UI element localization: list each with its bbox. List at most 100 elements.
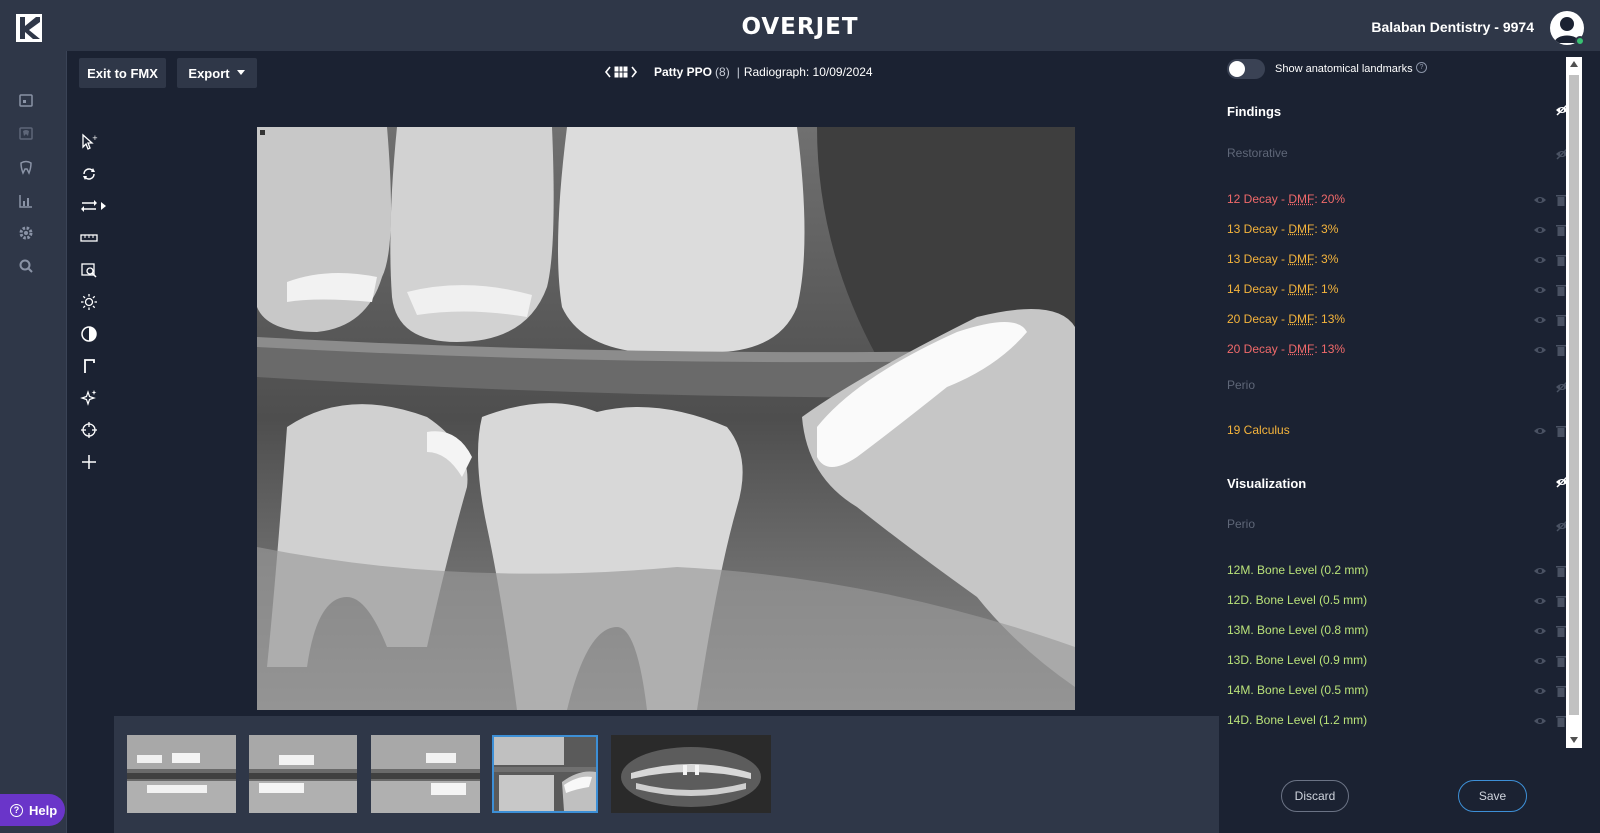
search-icon[interactable] — [18, 258, 34, 274]
decay-finding[interactable]: 13 Decay - DMF: 3% — [1227, 222, 1338, 236]
grid-view-icon[interactable] — [614, 66, 628, 78]
thumbnail-bitewing-4-selected[interactable] — [492, 735, 598, 813]
delete-bone-level-trash-icon[interactable] — [1556, 685, 1566, 697]
finding-dmf[interactable]: DMF — [1288, 342, 1314, 356]
finding-dmf[interactable]: DMF — [1288, 282, 1314, 296]
save-button[interactable]: Save — [1458, 780, 1527, 812]
caret-down-icon — [236, 70, 245, 75]
toggle-bone-level-eye-icon[interactable] — [1533, 625, 1547, 637]
delete-bone-level-trash-icon[interactable] — [1556, 595, 1566, 607]
toggle-bone-level-eye-icon[interactable] — [1533, 565, 1547, 577]
rotate-icon[interactable] — [80, 165, 98, 183]
settings-gear-icon[interactable] — [18, 225, 34, 241]
delete-finding-trash-icon[interactable] — [1556, 224, 1566, 236]
select-cursor-icon[interactable]: + — [80, 133, 98, 151]
flip-icon[interactable] — [80, 197, 108, 215]
dental-chart-icon[interactable] — [18, 125, 34, 141]
delete-finding-trash-icon[interactable] — [1556, 254, 1566, 266]
chevron-left-icon[interactable] — [604, 66, 612, 78]
info-help-icon[interactable]: ? — [1416, 62, 1427, 73]
decay-finding[interactable]: 13 Decay - DMF: 3% — [1227, 252, 1338, 266]
radiograph-image[interactable] — [257, 127, 1075, 710]
tooth-icon[interactable] — [18, 159, 34, 175]
ruler-measure-icon[interactable] — [80, 229, 98, 247]
crosshair-icon[interactable] — [80, 421, 98, 439]
visualization-perio-label: Perio — [1227, 517, 1256, 531]
finding-dmf[interactable]: DMF — [1288, 222, 1314, 236]
finding-dmf[interactable]: DMF — [1288, 252, 1314, 266]
bone-level-finding[interactable]: 14M. Bone Level (0.5 mm) — [1227, 683, 1368, 697]
visualization-title: Visualization — [1227, 476, 1307, 491]
delete-finding-trash-icon[interactable] — [1556, 314, 1566, 326]
toggle-finding-eye-icon[interactable] — [1533, 254, 1547, 266]
brightness-icon[interactable] — [80, 293, 98, 311]
thumbnail-bitewing-1[interactable] — [127, 735, 236, 813]
toggle-bone-level-eye-icon[interactable] — [1533, 655, 1547, 667]
ai-sparkle-icon[interactable] — [80, 389, 98, 407]
perio-label: Perio — [1227, 378, 1256, 392]
delete-bone-level-trash-icon[interactable] — [1556, 715, 1566, 727]
scroll-up-icon[interactable] — [1570, 61, 1578, 67]
delete-finding-trash-icon[interactable] — [1556, 284, 1566, 296]
toggle-bone-level-eye-icon[interactable] — [1533, 685, 1547, 697]
finding-tooth: 20 Decay - — [1227, 312, 1289, 326]
image-zoom-icon[interactable] — [80, 261, 98, 279]
analytics-icon[interactable] — [18, 193, 34, 209]
decay-finding[interactable]: 14 Decay - DMF: 1% — [1227, 282, 1338, 296]
radiograph-date: Radiograph: 10/09/2024 — [743, 65, 873, 79]
bone-level-finding[interactable]: 12D. Bone Level (0.5 mm) — [1227, 593, 1367, 607]
anatomical-landmarks-toggle[interactable] — [1227, 59, 1265, 79]
delete-bone-level-trash-icon[interactable] — [1556, 565, 1566, 577]
calculus-finding[interactable]: 19 Calculus — [1227, 423, 1290, 437]
thumbnail-bitewing-2[interactable] — [249, 735, 357, 813]
contrast-icon[interactable] — [80, 325, 98, 343]
discard-button[interactable]: Discard — [1281, 780, 1349, 812]
toggle-finding-eye-icon[interactable] — [1533, 224, 1547, 236]
delete-bone-level-trash-icon[interactable] — [1556, 655, 1566, 667]
findings-title: Findings — [1227, 104, 1282, 119]
decay-finding[interactable]: 20 Decay - DMF: 13% — [1227, 312, 1345, 326]
delete-finding-trash-icon[interactable] — [1556, 194, 1566, 206]
toggle-bone-level-eye-icon[interactable] — [1533, 595, 1547, 607]
toggle-finding-eye-icon[interactable] — [1533, 194, 1547, 206]
decay-finding[interactable]: 20 Decay - DMF: 13% — [1227, 342, 1345, 356]
scrollbar-thumb[interactable] — [1569, 75, 1579, 715]
patient-name[interactable]: Patty PPO — [654, 65, 712, 79]
toggle-bone-level-eye-icon[interactable] — [1533, 715, 1547, 727]
decay-finding[interactable]: 12 Decay - DMF: 20% — [1227, 192, 1345, 206]
top-bar: OVERJET Balaban Dentistry - 9974 — [0, 0, 1600, 51]
toggle-finding-eye-icon[interactable] — [1533, 284, 1547, 296]
bone-level-finding[interactable]: 13D. Bone Level (0.9 mm) — [1227, 653, 1367, 667]
finding-tooth: 14 Decay - — [1227, 282, 1289, 296]
panel-scrollbar[interactable] — [1566, 57, 1582, 748]
finding-dmf[interactable]: DMF — [1288, 192, 1314, 206]
thumbnail-image — [494, 737, 596, 811]
radiograph-nav: Patty PPO (8) | Radiograph: 10/09/2024 — [604, 65, 873, 79]
bone-level-finding[interactable]: 14D. Bone Level (1.2 mm) — [1227, 713, 1367, 727]
thumbnail-image — [127, 735, 236, 813]
calendar-icon[interactable] — [18, 92, 34, 108]
toggle-calculus-eye-icon[interactable] — [1533, 425, 1547, 437]
delete-calculus-trash-icon[interactable] — [1556, 425, 1566, 437]
bone-level-finding[interactable]: 13M. Bone Level (0.8 mm) — [1227, 623, 1368, 637]
scroll-down-icon[interactable] — [1570, 737, 1578, 743]
delete-finding-trash-icon[interactable] — [1556, 344, 1566, 356]
export-button[interactable]: Export — [177, 58, 257, 88]
overjet-logo-icon[interactable] — [16, 14, 42, 42]
finding-dmf[interactable]: DMF — [1288, 312, 1314, 326]
thumbnail-bitewing-3[interactable] — [371, 735, 480, 813]
bone-level-finding[interactable]: 12M. Bone Level (0.2 mm) — [1227, 563, 1368, 577]
exit-to-fmx-button[interactable]: Exit to FMX — [79, 58, 166, 88]
viewer-main: Exit to FMX Export Patty PPO (8) | Radio… — [67, 51, 1219, 833]
clinic-name[interactable]: Balaban Dentistry - 9974 — [1371, 19, 1534, 35]
toggle-finding-eye-icon[interactable] — [1533, 344, 1547, 356]
toggle-finding-eye-icon[interactable] — [1533, 314, 1547, 326]
export-label: Export — [188, 65, 230, 81]
chevron-right-icon[interactable] — [630, 66, 638, 78]
thumbnail-panoramic[interactable] — [611, 735, 771, 813]
add-plus-icon[interactable] — [80, 453, 98, 471]
help-button[interactable]: ? Help — [0, 794, 65, 826]
anatomical-landmarks-label: Show anatomical landmarks — [1275, 63, 1413, 75]
delete-bone-level-trash-icon[interactable] — [1556, 625, 1566, 637]
gamma-icon[interactable] — [80, 357, 98, 375]
